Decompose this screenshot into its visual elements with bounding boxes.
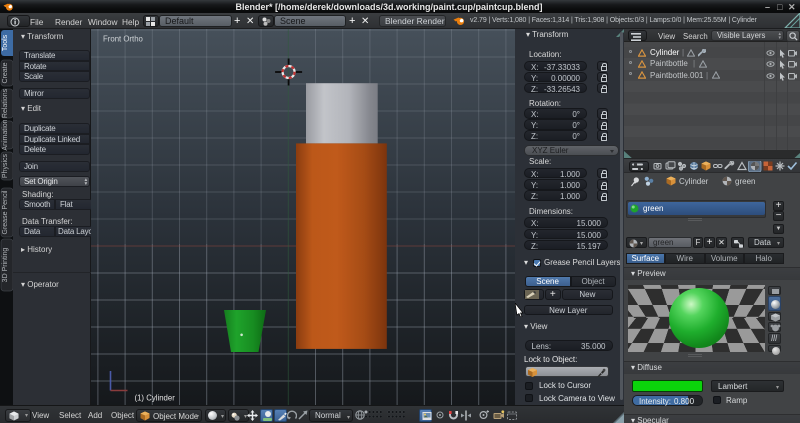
svg-text:Tools: Tools bbox=[2, 34, 9, 51]
svg-text:3D Printing: 3D Printing bbox=[2, 248, 9, 283]
svg-text:Relations: Relations bbox=[2, 88, 9, 118]
svg-text:Create: Create bbox=[2, 62, 9, 83]
svg-text:(1) Cylinder: (1) Cylinder bbox=[135, 394, 176, 403]
svg-text:Grease Pencil: Grease Pencil bbox=[2, 190, 9, 234]
svg-text:Front Ortho: Front Ortho bbox=[103, 35, 144, 44]
svg-text:Animation: Animation bbox=[2, 119, 9, 150]
svg-text:Physics: Physics bbox=[2, 153, 9, 178]
